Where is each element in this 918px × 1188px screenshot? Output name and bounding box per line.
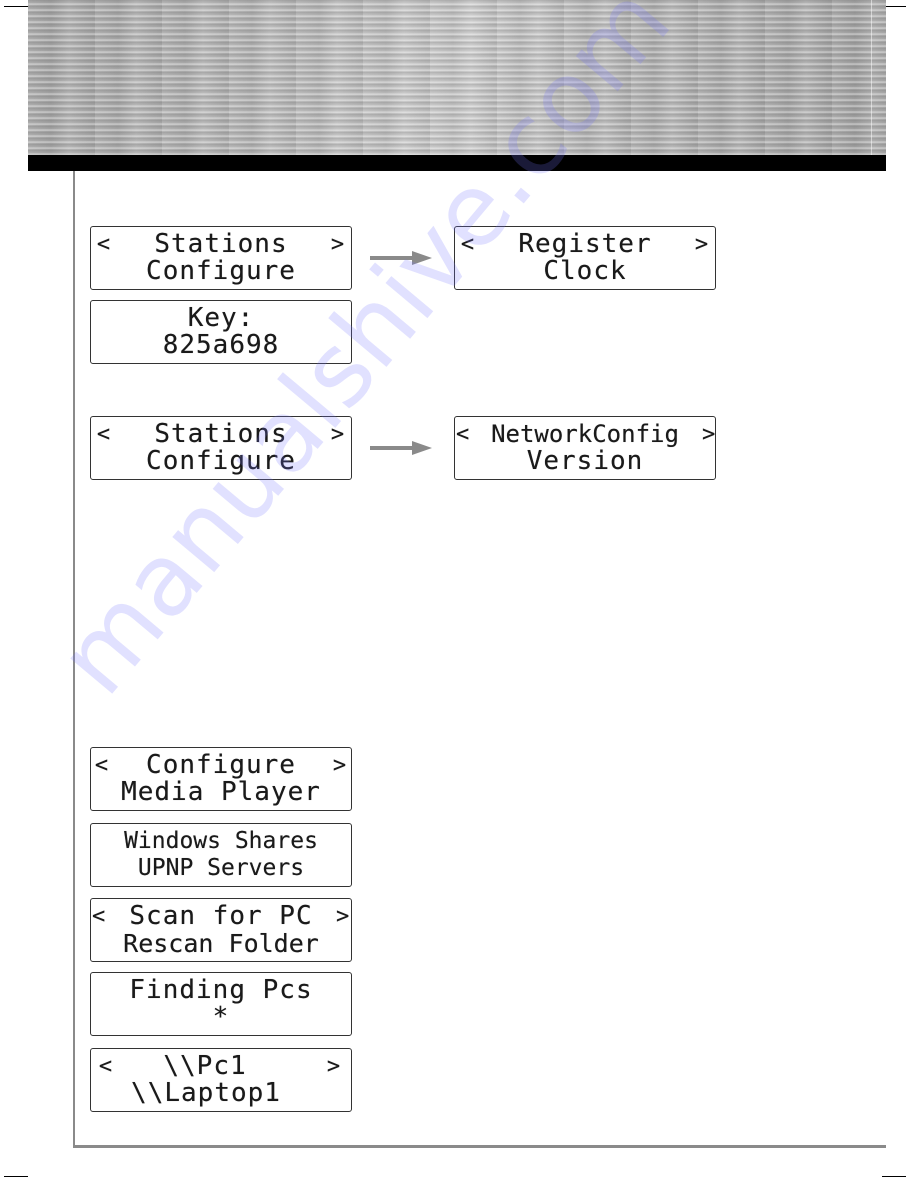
lcd-stations-configure: < Stations > Configure	[90, 226, 352, 290]
lcd-text: Windows Shares	[124, 828, 318, 854]
crop-mark-bottom-right	[882, 1176, 906, 1177]
right-arrow-icon	[370, 441, 434, 455]
lcd-text: Scan for PC	[129, 901, 313, 931]
lcd-text: Configure	[146, 750, 296, 780]
lcd-line-1: < Configure >	[91, 752, 351, 779]
lcd-text: Finding Pcs	[129, 975, 313, 1005]
lcd-text: UPNP Servers	[137, 855, 305, 881]
lcd-text: Register	[518, 229, 652, 259]
lcd-text: \\Laptop1	[131, 1078, 281, 1108]
lcd-text: Stations	[154, 419, 288, 449]
lcd-pc-laptop: < \\Pc1 > \\Laptop1	[90, 1048, 352, 1112]
right-arrow-icon	[370, 251, 434, 265]
lcd-line-1: < NetworkConfig >	[455, 421, 715, 448]
crop-mark-bottom-left	[4, 1176, 28, 1177]
page-frame-left	[73, 171, 75, 1147]
lcd-line-1: Key:	[91, 305, 351, 332]
lcd-line-2: Media Player	[91, 779, 351, 806]
lcd-network-version: < NetworkConfig > Version	[454, 416, 716, 480]
lcd-text: Key:	[187, 303, 255, 333]
lcd-text: NetworkConfig	[491, 420, 679, 448]
lcd-key: Key: 825a698	[90, 300, 352, 364]
lcd-line-2: \\Laptop1	[91, 1080, 351, 1107]
lcd-text: \\Pc1	[163, 1051, 247, 1081]
lcd-line-1: < Stations >	[91, 421, 351, 448]
lcd-text: Version	[526, 446, 644, 476]
lcd-text: 825a698	[162, 330, 280, 360]
brushed-metal-header	[28, 0, 886, 155]
lcd-configure-media: < Configure > Media Player	[90, 747, 352, 811]
right-nav-icon: >	[330, 232, 346, 257]
right-nav-icon: >	[326, 1054, 342, 1079]
lcd-line-1: < \\Pc1 >	[91, 1053, 351, 1080]
lcd-line-1: < Scan for PC >	[91, 903, 351, 930]
right-nav-icon: >	[332, 753, 348, 778]
lcd-line-1: < Register >	[455, 231, 715, 258]
right-nav-icon: >	[694, 232, 710, 257]
left-nav-icon: <	[96, 232, 112, 257]
left-nav-icon: <	[94, 753, 110, 778]
left-nav-icon: <	[98, 1054, 114, 1079]
lcd-text: Clock	[543, 256, 627, 286]
lcd-line-2: UPNP Servers	[91, 855, 351, 882]
lcd-line-2: Rescan Folder	[91, 930, 351, 957]
lcd-text: Media Player	[121, 777, 321, 807]
right-nav-icon: >	[336, 904, 351, 929]
lcd-stations-configure-2: < Stations > Configure	[90, 416, 352, 480]
left-nav-icon: <	[96, 422, 112, 447]
page-frame-bottom	[73, 1145, 886, 1148]
lcd-register-clock: < Register > Clock	[454, 226, 716, 290]
spinner-icon: *	[212, 1002, 230, 1032]
left-nav-icon: <	[460, 232, 476, 257]
lcd-line-2: *	[91, 1004, 351, 1031]
lcd-line-2: 825a698	[91, 332, 351, 359]
lcd-scan-rescan: < Scan for PC > Rescan Folder	[90, 898, 352, 962]
left-nav-icon: <	[456, 422, 470, 447]
lcd-line-2: Configure	[91, 448, 351, 475]
crop-mark-top-left	[4, 6, 28, 7]
lcd-text: Rescan Folder	[123, 929, 319, 958]
lcd-text: Configure	[146, 256, 296, 286]
header-black-bar	[28, 155, 886, 171]
header-divider	[871, 0, 872, 172]
lcd-line-2: Clock	[455, 258, 715, 285]
lcd-shares-upnp: Windows Shares UPNP Servers	[90, 823, 352, 887]
lcd-text: Configure	[146, 446, 296, 476]
lcd-line-2: Version	[455, 448, 715, 475]
lcd-line-1: < Stations >	[91, 231, 351, 258]
lcd-line-1: Windows Shares	[91, 828, 351, 855]
lcd-finding: Finding Pcs *	[90, 972, 352, 1036]
lcd-text: Stations	[154, 229, 288, 259]
lcd-line-1: Finding Pcs	[91, 977, 351, 1004]
right-nav-icon: >	[702, 422, 716, 447]
left-nav-icon: <	[92, 904, 107, 929]
lcd-line-2: Configure	[91, 258, 351, 285]
right-nav-icon: >	[330, 422, 346, 447]
